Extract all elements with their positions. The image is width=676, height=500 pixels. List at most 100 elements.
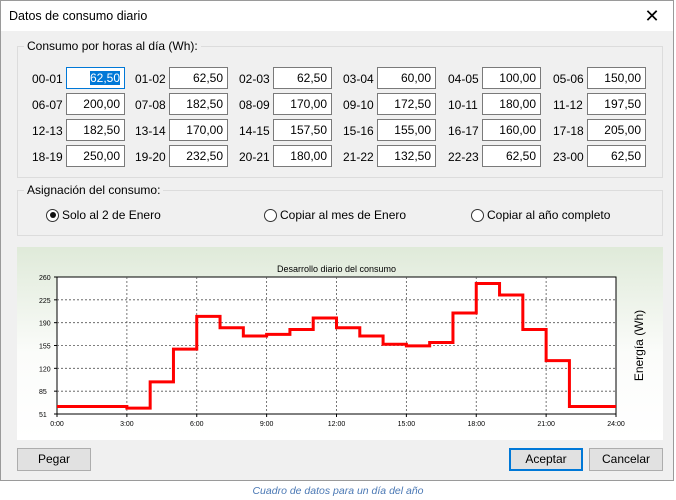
hour-value-text: 157,50: [290, 123, 327, 137]
y-tick-label: 120: [39, 366, 51, 373]
hour-value-input[interactable]: 132,50: [377, 145, 436, 167]
hour-value-input[interactable]: 100,00: [482, 67, 541, 89]
hour-value-input[interactable]: 180,00: [482, 93, 541, 115]
hour-value-input[interactable]: 62,50: [482, 145, 541, 167]
x-tick-label: 24:00: [607, 421, 625, 428]
hour-value-text: 182,50: [186, 97, 223, 111]
hour-value-input[interactable]: 62,50: [273, 67, 332, 89]
hour-value-text: 62,50: [610, 149, 641, 163]
hour-label: 22-23: [448, 150, 479, 164]
hour-value-input[interactable]: 157,50: [273, 119, 332, 141]
hour-label: 14-15: [239, 124, 270, 138]
hour-value-input[interactable]: 62,50: [169, 67, 228, 89]
hour-label: 10-11: [448, 98, 478, 112]
y-tick-label: 51: [39, 412, 47, 419]
x-tick-label: 12:00: [328, 421, 346, 428]
chart-title: Desarrollo diario del consumo: [277, 264, 396, 274]
hour-label: 12-13: [32, 124, 63, 138]
consumption-dialog: Datos de consumo diario ✕ Consumo por ho…: [0, 0, 674, 481]
hour-value-input[interactable]: 60,00: [377, 67, 436, 89]
hour-value-text: 180,00: [499, 97, 536, 111]
hour-label: 19-20: [135, 150, 166, 164]
hour-value-text: 62,50: [505, 149, 536, 163]
hour-value-input[interactable]: 205,00: [587, 119, 646, 141]
hour-value-text: 200,00: [83, 97, 120, 111]
hour-value-text: 172,50: [394, 97, 431, 111]
radio-label: Solo al 2 de Enero: [62, 208, 161, 222]
close-icon[interactable]: ✕: [637, 3, 667, 29]
hour-label: 17-18: [553, 124, 584, 138]
hour-value-text: 170,00: [290, 97, 327, 111]
hour-value-text: 180,00: [290, 149, 327, 163]
radio-indicator: [46, 208, 59, 222]
hour-label: 05-06: [553, 72, 584, 86]
hour-value-text: 250,00: [83, 149, 120, 163]
hour-label: 20-21: [239, 150, 270, 164]
accept-button[interactable]: Aceptar: [509, 448, 583, 471]
hour-value-text: 62,50: [192, 71, 223, 85]
hour-label: 03-04: [343, 72, 374, 86]
hour-label: 09-10: [343, 98, 374, 112]
radio-label: Copiar al mes de Enero: [280, 208, 407, 222]
hour-label: 08-09: [239, 98, 270, 112]
hour-value-text: 197,50: [604, 97, 641, 111]
hour-value-input[interactable]: 182,50: [169, 93, 228, 115]
hour-value-input[interactable]: 62,50: [587, 145, 646, 167]
hour-value-input[interactable]: 170,00: [169, 119, 228, 141]
paste-button[interactable]: Pegar: [17, 448, 91, 471]
radio-copy-january[interactable]: Copiar al mes de Enero: [264, 208, 406, 222]
x-tick-label: 6:00: [190, 421, 204, 428]
daily-consumption-chart: 0:00 3:00 6:00 9:00 12:00 15:00 18:00 21:00 24:0…: [39, 264, 646, 428]
hour-label: 15-16: [343, 124, 374, 138]
assignment-group-legend: Asignación del consumo:: [24, 183, 164, 197]
radio-only-jan-2[interactable]: Solo al 2 de Enero: [46, 208, 161, 222]
hour-value-text: 155,00: [394, 123, 431, 137]
hour-label: 21-22: [343, 150, 374, 164]
hour-value-text: 150,00: [604, 71, 641, 85]
hour-value-input[interactable]: 200,00: [66, 93, 125, 115]
x-tick-label: 18:00: [467, 421, 485, 428]
hour-value-input[interactable]: 172,50: [377, 93, 436, 115]
hour-value-input[interactable]: 62,50: [66, 67, 125, 89]
x-tick-label: 15:00: [398, 421, 416, 428]
hour-value-text: 62,50: [89, 71, 120, 85]
hour-label: 06-07: [32, 98, 63, 112]
hour-value-input[interactable]: 180,00: [273, 145, 332, 167]
radio-label: Copiar al año completo: [487, 208, 611, 222]
hour-value-text: 62,50: [296, 71, 327, 85]
hour-label: 07-08: [135, 98, 166, 112]
hour-label: 00-01: [32, 72, 63, 86]
hour-value-text: 100,00: [499, 71, 536, 85]
hour-value-input[interactable]: 170,00: [273, 93, 332, 115]
title-bar: Datos de consumo diario ✕: [1, 1, 673, 31]
hour-value-input[interactable]: 160,00: [482, 119, 541, 141]
hour-value-text: 60,00: [400, 71, 431, 85]
figure-caption: Cuadro de datos para un día del año: [252, 485, 424, 497]
hour-value-text: 170,00: [186, 123, 223, 137]
hour-value-text: 160,00: [499, 123, 536, 137]
x-tick-label: 21:00: [537, 421, 555, 428]
hour-label: 18-19: [32, 150, 63, 164]
hour-value-input[interactable]: 150,00: [587, 67, 646, 89]
x-tick-label: 9:00: [260, 421, 274, 428]
hour-value-input[interactable]: 155,00: [377, 119, 436, 141]
hour-value-text: 205,00: [604, 123, 641, 137]
hour-label: 13-14: [135, 124, 166, 138]
hour-value-input[interactable]: 182,50: [66, 119, 125, 141]
hour-label: 04-05: [448, 72, 479, 86]
x-tick-label: 0:00: [50, 421, 64, 428]
hour-value-text: 232,50: [186, 149, 223, 163]
y-tick-label: 85: [39, 389, 47, 396]
window-title: Datos de consumo diario: [9, 9, 148, 23]
cancel-button[interactable]: Cancelar: [589, 448, 663, 471]
hour-label: 16-17: [448, 124, 479, 138]
hour-value-input[interactable]: 250,00: [66, 145, 125, 167]
hour-value-input[interactable]: 197,50: [587, 93, 646, 115]
radio-copy-full-year[interactable]: Copiar al año completo: [471, 208, 610, 222]
y-tick-label: 260: [39, 275, 51, 282]
hour-value-input[interactable]: 232,50: [169, 145, 228, 167]
x-tick-label: 3:00: [120, 421, 134, 428]
y-tick-label: 225: [39, 298, 51, 305]
y-tick-label: 155: [39, 344, 51, 351]
hours-group-legend: Consumo por horas al día (Wh):: [24, 39, 201, 53]
